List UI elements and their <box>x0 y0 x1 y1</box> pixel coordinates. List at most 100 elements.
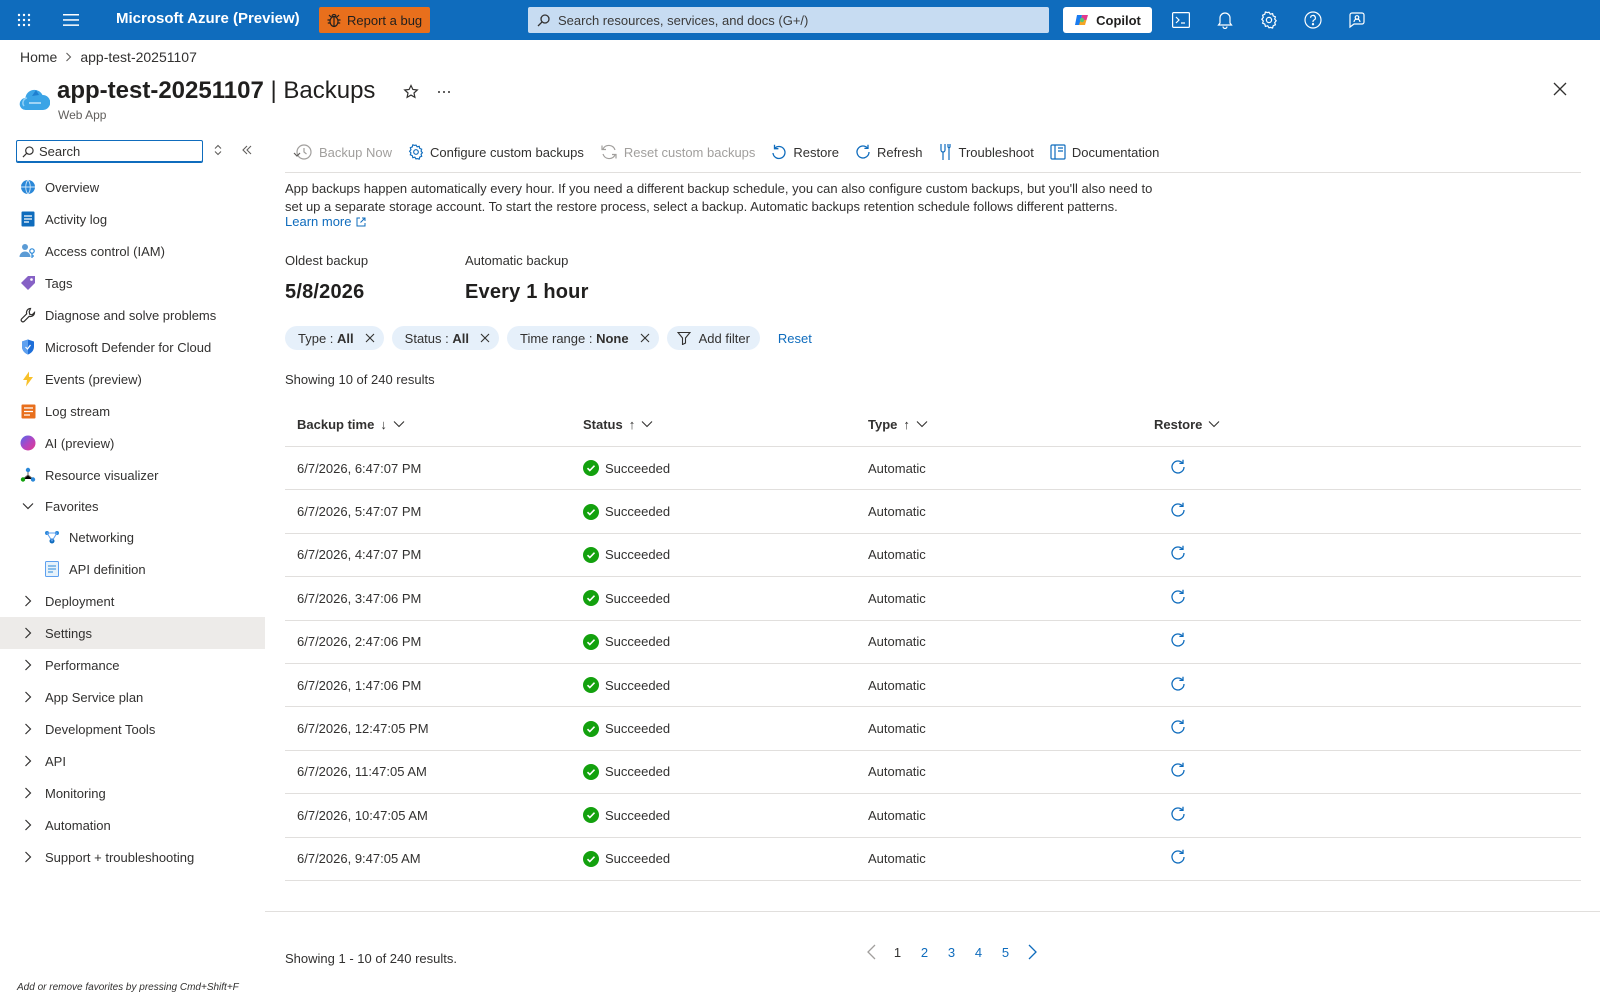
remove-filter-icon[interactable] <box>362 330 378 346</box>
restore-icon[interactable] <box>1170 545 1186 561</box>
filter-pill-label: Time range : None <box>519 330 629 346</box>
page-2[interactable]: 2 <box>911 945 938 960</box>
previous-page-icon[interactable] <box>858 944 884 960</box>
copilot-button[interactable]: Copilot <box>1063 7 1152 33</box>
sidebar-item-overview[interactable]: Overview <box>0 171 265 203</box>
reset-custom-backups-button[interactable]: Reset custom backups <box>592 140 764 164</box>
report-bug-button[interactable]: Report a bug <box>319 7 430 33</box>
sidebar-group-monitoring[interactable]: Monitoring <box>0 777 265 809</box>
sidebar-group-label: Deployment <box>45 593 115 609</box>
restore-icon[interactable] <box>1170 719 1186 735</box>
learn-more-link[interactable]: Learn more <box>285 214 366 229</box>
table-row[interactable]: 6/7/2026, 5:47:07 PM Succeeded Automatic <box>285 490 1581 534</box>
restore-icon[interactable] <box>1170 806 1186 822</box>
sidebar-search[interactable] <box>16 140 203 163</box>
remove-filter-icon[interactable] <box>637 330 653 346</box>
documentation-button[interactable]: Documentation <box>1042 140 1167 164</box>
remove-filter-icon[interactable] <box>477 330 493 346</box>
sidebar-group-performance[interactable]: Performance <box>0 649 265 681</box>
collapse-sidebar-icon[interactable] <box>241 144 253 156</box>
sidebar-item-log-stream[interactable]: Log stream <box>0 395 265 427</box>
app-launcher-icon[interactable] <box>12 8 36 32</box>
column-header-restore[interactable]: Restore <box>1142 417 1342 432</box>
restore-icon[interactable] <box>1170 459 1186 475</box>
refresh-button[interactable]: Refresh <box>847 140 931 164</box>
backup-time-cell: 6/7/2026, 12:47:05 PM <box>297 721 429 737</box>
filter-pill-status[interactable]: Status : All <box>391 326 499 350</box>
notifications-bell-icon[interactable] <box>1213 8 1237 32</box>
filter-funnel-icon <box>676 331 691 345</box>
table-row[interactable]: 6/7/2026, 9:47:05 AM Succeeded Automatic <box>285 838 1581 881</box>
page-4[interactable]: 4 <box>965 945 992 960</box>
page-5[interactable]: 5 <box>992 945 1019 960</box>
restore-button[interactable]: Restore <box>763 140 847 164</box>
sidebar-item-resource-visualizer[interactable]: Resource visualizer <box>0 459 265 491</box>
sidebar-group-favorites[interactable]: Favorites <box>0 491 265 521</box>
sidebar-group-development-tools[interactable]: Development Tools <box>0 713 265 745</box>
restore-icon[interactable] <box>1170 762 1186 778</box>
sidebar-group-app-service-plan[interactable]: App Service plan <box>0 681 265 713</box>
sidebar-item-tags[interactable]: Tags <box>0 267 265 299</box>
page-3[interactable]: 3 <box>938 945 965 960</box>
more-options-icon[interactable] <box>436 84 452 100</box>
table-row[interactable]: 6/7/2026, 11:47:05 AM Succeeded Automatic <box>285 751 1581 795</box>
restore-icon[interactable] <box>1170 589 1186 605</box>
expand-collapse-all-icon[interactable] <box>213 144 223 156</box>
table-row[interactable]: 6/7/2026, 3:47:06 PM Succeeded Automatic <box>285 577 1581 621</box>
refresh-label: Refresh <box>876 144 923 160</box>
close-icon[interactable] <box>1553 82 1567 96</box>
status-cell: Succeeded <box>571 763 856 780</box>
page-1[interactable]: 1 <box>884 945 911 960</box>
sidebar-item-events[interactable]: Events (preview) <box>0 363 265 395</box>
next-page-icon[interactable] <box>1019 944 1045 960</box>
sidebar-group-settings[interactable]: Settings <box>0 617 265 649</box>
sidebar-search-input[interactable] <box>39 144 197 159</box>
brand-title[interactable]: Microsoft Azure (Preview) <box>116 10 300 27</box>
breadcrumb-current[interactable]: app-test-20251107 <box>80 49 197 65</box>
restore-icon[interactable] <box>1170 632 1186 648</box>
filter-pill-time-range[interactable]: Time range : None <box>506 326 659 350</box>
column-header-type[interactable]: Type ↑ <box>856 417 1142 432</box>
troubleshoot-button[interactable]: Troubleshoot <box>930 140 1041 164</box>
column-header-backup-time[interactable]: Backup time ↓ <box>285 417 571 432</box>
sidebar-group-support[interactable]: Support + troubleshooting <box>0 841 265 873</box>
portal-menu-icon[interactable] <box>59 8 83 32</box>
backup-time-cell: 6/7/2026, 11:47:05 AM <box>297 764 427 780</box>
global-search[interactable] <box>528 7 1049 33</box>
table-row[interactable]: 6/7/2026, 10:47:05 AM Succeeded Automatic <box>285 794 1581 838</box>
sidebar-item-api-definition[interactable]: API definition <box>0 553 265 585</box>
global-search-input[interactable] <box>558 12 1040 28</box>
filter-pill-type[interactable]: Type : All <box>285 326 384 350</box>
sidebar-item-defender[interactable]: Microsoft Defender for Cloud <box>0 331 265 363</box>
sidebar-item-ai[interactable]: AI (preview) <box>0 427 265 459</box>
table-row[interactable]: 6/7/2026, 4:47:07 PM Succeeded Automatic <box>285 534 1581 578</box>
restore-icon[interactable] <box>1170 849 1186 865</box>
column-header-status[interactable]: Status ↑ <box>571 417 856 432</box>
sidebar-group-api[interactable]: API <box>0 745 265 777</box>
sidebar-group-deployment[interactable]: Deployment <box>0 585 265 617</box>
backups-table: Backup time ↓ Status ↑ Type ↑ Restore 6/… <box>285 402 1581 881</box>
help-icon[interactable] <box>1301 8 1325 32</box>
table-row[interactable]: 6/7/2026, 6:47:07 PM Succeeded Automatic <box>285 447 1581 491</box>
table-row[interactable]: 6/7/2026, 1:47:06 PM Succeeded Automatic <box>285 664 1581 708</box>
sidebar-item-activity-log[interactable]: Activity log <box>0 203 265 235</box>
chevron-right-icon <box>20 755 36 767</box>
restore-icon[interactable] <box>1170 676 1186 692</box>
favorite-star-icon[interactable] <box>403 84 419 100</box>
reset-filters-link[interactable]: Reset <box>778 331 812 346</box>
feedback-icon[interactable] <box>1345 8 1369 32</box>
sidebar-item-access-control[interactable]: Access control (IAM) <box>0 235 265 267</box>
sidebar-item-networking[interactable]: Networking <box>0 521 265 553</box>
backup-now-button[interactable]: Backup Now <box>285 140 400 164</box>
table-row[interactable]: 6/7/2026, 12:47:05 PM Succeeded Automatic <box>285 707 1581 751</box>
restore-icon[interactable] <box>1170 502 1186 518</box>
settings-gear-icon[interactable] <box>1257 8 1281 32</box>
add-filter-button[interactable]: Add filter <box>666 326 760 350</box>
breadcrumb-home[interactable]: Home <box>20 49 57 65</box>
sidebar-item-diagnose[interactable]: Diagnose and solve problems <box>0 299 265 331</box>
configure-custom-backups-button[interactable]: Configure custom backups <box>400 140 592 164</box>
table-row[interactable]: 6/7/2026, 2:47:06 PM Succeeded Automatic <box>285 621 1581 664</box>
sidebar-group-automation[interactable]: Automation <box>0 809 265 841</box>
breadcrumb: Home app-test-20251107 <box>20 49 197 65</box>
cloud-shell-icon[interactable] <box>1169 8 1193 32</box>
